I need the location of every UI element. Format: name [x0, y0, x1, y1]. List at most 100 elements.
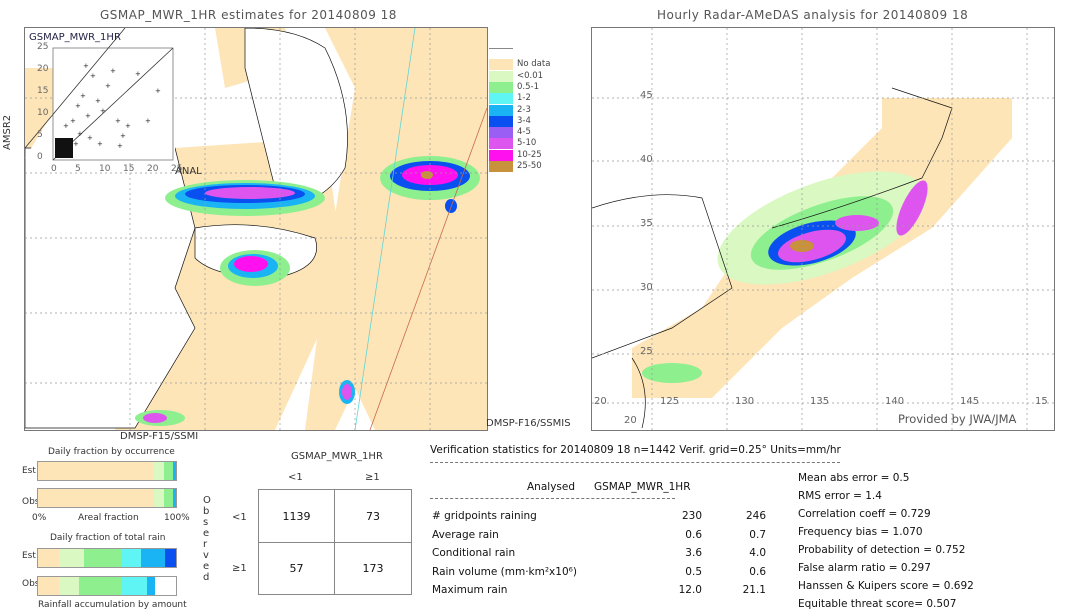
cell-hit-neg: 1139: [282, 510, 311, 523]
occurrence-title: Daily fraction by occurrence: [48, 447, 175, 457]
total-rain-bar-est: [37, 548, 177, 568]
stats-row-label: # gridpoints raining: [432, 510, 537, 522]
stats-row-est: 4.0: [749, 547, 766, 559]
legend-label: 25-50: [517, 161, 542, 171]
legend-label: 10-25: [517, 149, 542, 160]
total-rain-xlabel: Rainfall accumulation by amount: [38, 600, 187, 610]
stats-header: Verification statistics for 20140809 18 …: [430, 444, 841, 456]
legend-swatch: [489, 93, 513, 105]
contingency-title: GSMAP_MWR_1HR: [291, 451, 383, 462]
bar-segment: [122, 577, 147, 595]
bar-segment: [38, 577, 59, 595]
scatter-point: +: [105, 82, 111, 90]
legend-swatch: [489, 70, 513, 82]
contingency-col-header: <1: [288, 472, 303, 483]
legend-swatch: [489, 127, 513, 139]
inset-ytick: 5: [37, 130, 43, 140]
occurrence-bar-obs: [37, 488, 177, 508]
bar-segment: [163, 489, 174, 507]
observed-label: Observed: [203, 495, 213, 583]
score-item: RMS error = 1.4: [798, 490, 882, 502]
scatter-point: +: [85, 112, 91, 120]
observed-letter: e: [203, 561, 210, 572]
scatter-point: +: [83, 62, 89, 70]
occurrence-bar-est: [37, 461, 177, 481]
observed-letter: e: [203, 528, 210, 539]
stats-row-est: 0.6: [749, 565, 766, 578]
score-item: Hanssen & Kuipers score = 0.692: [798, 580, 974, 592]
lat-tick: 35: [640, 218, 653, 229]
stats-row-est: 246: [745, 510, 766, 522]
score-item: Mean abs error = 0.5: [798, 472, 910, 484]
legend-swatch: [489, 149, 513, 161]
inset-ytick: 15: [37, 86, 49, 96]
inset-xtick: 25: [171, 164, 183, 174]
scatter-point: +: [77, 130, 83, 138]
stats-row-est: 21.1: [742, 584, 766, 596]
inset-ytick: 20: [37, 64, 49, 74]
occurrence-xlabel-right: 100%: [164, 513, 190, 523]
scatter-point: +: [75, 102, 81, 110]
lon-tick: 130: [735, 396, 755, 407]
observed-letter: O: [203, 495, 211, 506]
cell-hit: 173: [362, 562, 384, 575]
occurrence-xlabel-left: 0%: [32, 513, 47, 523]
lon-tick: 140: [885, 396, 905, 407]
lon-tick: 145: [960, 396, 980, 407]
scatter-point: +: [95, 97, 101, 105]
observed-letter: s: [203, 517, 209, 528]
bar-segment: [153, 489, 164, 507]
stats-row-est: 0.7: [749, 528, 766, 541]
bar-segment: [163, 462, 174, 480]
bar-segment: [38, 462, 153, 480]
total-rain-row-est: Est: [22, 551, 36, 561]
inset-xtick: 0: [51, 164, 57, 174]
inset-ytick: 25: [37, 42, 49, 52]
left-precip-map: + + + + + + + + + + + + + + + + + + + + + + GSMAP_MWR_1HR ANA…: [24, 27, 488, 431]
inset-xtick: 5: [75, 164, 81, 174]
lon-tick: 125: [660, 396, 680, 407]
lat-tick: 45: [640, 90, 653, 101]
score-item: Correlation coeff = 0.729: [798, 508, 931, 520]
scatter-point: +: [120, 132, 126, 140]
scatter-point: +: [155, 87, 161, 95]
scatter-point: +: [90, 72, 96, 80]
contingency-row-header: ≥1: [232, 563, 247, 574]
scatter-point: +: [63, 122, 69, 130]
stats-subdivider: [430, 498, 675, 499]
inset-ylabel: AMSR2: [2, 114, 13, 150]
scatter-point: +: [80, 92, 86, 100]
legend-swatch: [489, 104, 513, 116]
observed-letter: v: [203, 550, 209, 561]
scatter-point: +: [117, 142, 123, 150]
cell-false-alarm: 73: [366, 510, 380, 523]
inset-xtick: 10: [99, 164, 111, 174]
stats-row-analysed: 230: [681, 510, 702, 522]
inset-ytick: 0: [37, 152, 43, 162]
legend-label: 1-2: [517, 93, 531, 104]
score-item: Frequency bias = 1.070: [798, 526, 923, 538]
inset-xtick: 15: [123, 164, 135, 174]
scatter-point: +: [87, 134, 93, 142]
lat-tick: 30: [640, 282, 653, 293]
stats-row-label: Rain volume (mm·km²x10⁶): [432, 565, 577, 578]
total-rain-bar-obs: [37, 576, 177, 596]
scatter-point: +: [97, 140, 103, 148]
stats-row-analysed: 0.6: [685, 528, 702, 541]
right-map-svg: [592, 28, 1054, 430]
bar-segment: [141, 549, 165, 567]
bar-segment: [152, 462, 164, 480]
occurrence-row-est: Est: [22, 466, 36, 476]
scatter-point: +: [100, 107, 106, 115]
score-item: False alarm ratio = 0.297: [798, 562, 931, 574]
score-item: Probability of detection = 0.752: [798, 544, 966, 556]
bar-segment: [79, 577, 123, 595]
legend-swatch: [489, 115, 513, 127]
bar-segment: [122, 549, 142, 567]
bar-segment: [146, 577, 156, 595]
credit-label: Provided by JWA/JMA: [898, 412, 1017, 426]
observed-letter: b: [203, 506, 210, 517]
legend-label: <0.01: [517, 70, 544, 81]
lon-tick: 135: [810, 396, 830, 407]
bar-segment: [58, 549, 84, 567]
